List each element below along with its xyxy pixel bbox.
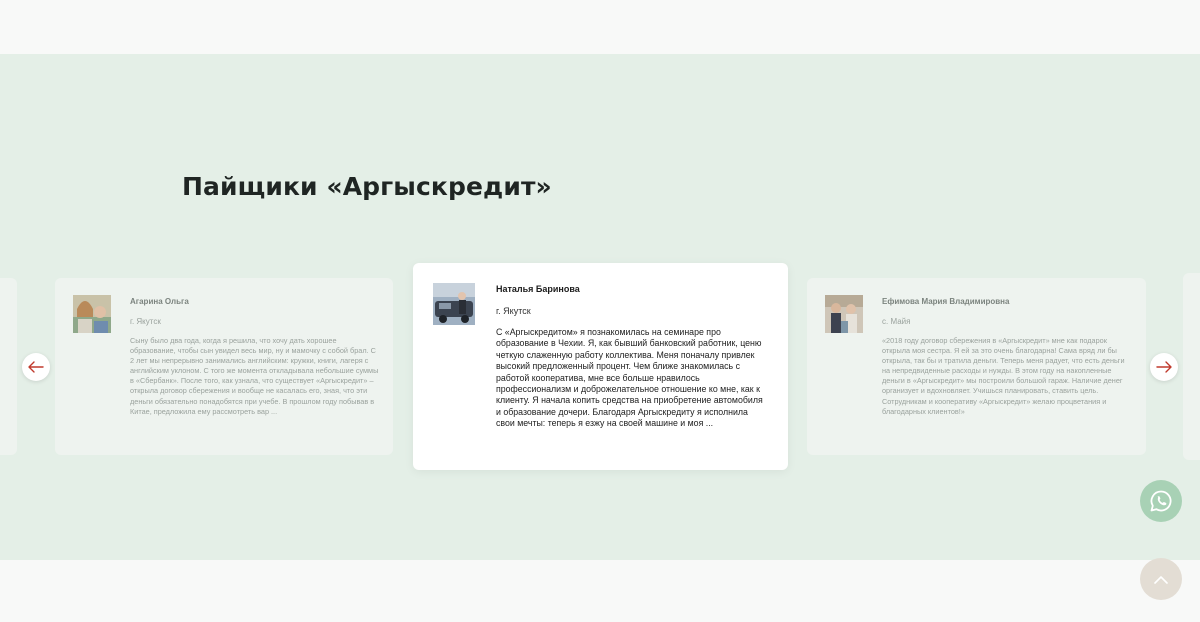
review-card[interactable]: Ефимова Мария Владимировна с. Майя «2018…	[807, 278, 1146, 455]
carousel-prev-button[interactable]	[22, 353, 50, 381]
reviewer-photo	[825, 295, 863, 333]
reviewer-city: г. Якутск	[496, 306, 531, 316]
reviewer-city: г. Якутск	[130, 317, 161, 326]
review-text: «2018 году договор сбережения в «Аргыскр…	[882, 336, 1125, 416]
review-text: С «Аргыскредитом» я познакомилась на сем…	[496, 327, 763, 429]
carousel-next-button[interactable]	[1150, 353, 1178, 381]
review-card-active[interactable]: Наталья Баринова г. Якутск С «Аргыскреди…	[413, 263, 788, 470]
chevron-up-icon	[1154, 575, 1168, 584]
review-card-partial-left[interactable]	[0, 278, 17, 455]
reviewer-city: с. Майя	[882, 317, 911, 326]
reviewer-name: Ефимова Мария Владимировна	[882, 297, 1010, 306]
arrow-right-icon	[1156, 361, 1172, 373]
review-text: Сыну было два года, когда я решила, что …	[130, 336, 379, 416]
reviewer-name: Агарина Ольга	[130, 297, 189, 306]
scroll-to-top-button[interactable]	[1140, 558, 1182, 600]
whatsapp-icon	[1150, 490, 1172, 512]
whatsapp-chat-button[interactable]	[1140, 480, 1182, 522]
arrow-left-icon	[28, 361, 44, 373]
reviewer-name: Наталья Баринова	[496, 284, 580, 294]
review-card-partial-right[interactable]	[1183, 273, 1200, 460]
section-title: Пайщики «Аргыскредит»	[182, 172, 552, 201]
reviewer-photo	[433, 283, 475, 325]
reviewer-photo	[73, 295, 111, 333]
bottom-band	[0, 560, 1200, 622]
review-card[interactable]: Агарина Ольга г. Якутск Сыну было два го…	[55, 278, 393, 455]
top-band	[0, 0, 1200, 54]
